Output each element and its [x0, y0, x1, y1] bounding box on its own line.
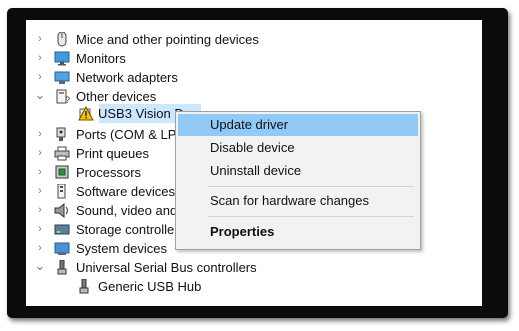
storage-controller-icon	[54, 222, 70, 237]
disable-device-menu-item[interactable]: Disable device	[178, 137, 418, 159]
mouse-icon	[54, 31, 70, 47]
tree-item-label: Generic USB Hub	[98, 279, 202, 294]
chevron-right-icon[interactable]: ›	[34, 49, 46, 68]
monitor-icon	[54, 51, 70, 66]
chevron-right-icon[interactable]: ›	[34, 30, 46, 49]
network-adapter-icon	[54, 70, 70, 85]
tree-item-usb-controllers[interactable]: ⌄ Universal Serial Bus controllers	[26, 258, 466, 277]
tree-item-monitors[interactable]: › Monitors	[26, 49, 466, 68]
tree-item-label: Monitors	[76, 51, 126, 66]
tree-item-label: Mice and other pointing devices	[76, 32, 259, 47]
chevron-right-icon[interactable]: ›	[34, 163, 46, 182]
chevron-right-icon[interactable]: ›	[34, 201, 46, 220]
chevron-right-icon[interactable]: ›	[34, 182, 46, 201]
tree-item-label: USB3 Vision D	[98, 106, 184, 121]
tree-item-label: Processors	[76, 165, 142, 180]
chevron-right-icon[interactable]: ›	[34, 144, 46, 163]
chevron-down-icon[interactable]: ⌄	[34, 258, 46, 277]
menu-item-label: Uninstall device	[210, 163, 302, 178]
tree-item-generic-usb-hub[interactable]: Generic USB Hub	[26, 277, 466, 296]
tree-item-label: Software devices	[76, 184, 175, 199]
menu-item-label: Update driver	[210, 117, 289, 132]
scan-hardware-menu-item[interactable]: Scan for hardware changes	[178, 190, 418, 212]
update-driver-menu-item[interactable]: Update driver	[178, 114, 418, 136]
menu-item-label: Scan for hardware changes	[210, 193, 369, 208]
chevron-right-icon[interactable]: ›	[34, 68, 46, 87]
tree-item-label: Storage controlle	[76, 222, 175, 237]
tree-item-label: Print queues	[76, 146, 149, 161]
context-menu: Update driver Disable device Uninstall d…	[175, 111, 421, 250]
tree-item-network-adapters[interactable]: › Network adapters	[26, 68, 466, 87]
printer-icon	[54, 146, 70, 161]
menu-item-label: Properties	[210, 224, 275, 239]
menu-separator	[208, 186, 414, 187]
software-device-icon	[54, 183, 70, 199]
svg-text:?: ?	[65, 95, 70, 104]
tree-item-mice[interactable]: › Mice and other pointing devices	[26, 30, 466, 49]
tree-item-label: Sound, video and	[76, 203, 178, 218]
warning-device-icon	[78, 105, 94, 121]
usb-icon	[54, 259, 70, 275]
chevron-right-icon[interactable]: ›	[34, 239, 46, 258]
speaker-icon	[54, 202, 70, 219]
chevron-right-icon[interactable]: ›	[34, 220, 46, 239]
tree-item-label: Network adapters	[76, 70, 178, 85]
usb-hub-icon	[76, 278, 92, 294]
menu-item-label: Disable device	[210, 140, 295, 155]
chevron-right-icon[interactable]: ›	[34, 125, 46, 144]
properties-menu-item[interactable]: Properties	[178, 221, 418, 243]
system-device-icon	[54, 241, 70, 256]
tree-item-label: Universal Serial Bus controllers	[76, 260, 257, 275]
menu-separator	[208, 216, 414, 217]
tree-item-label: System devices	[76, 241, 168, 256]
port-icon	[54, 127, 70, 142]
processor-icon	[54, 165, 70, 180]
tree-item-label: Ports (COM & LP	[76, 127, 177, 142]
uninstall-device-menu-item[interactable]: Uninstall device	[178, 160, 418, 182]
other-device-icon: ?	[54, 89, 70, 105]
